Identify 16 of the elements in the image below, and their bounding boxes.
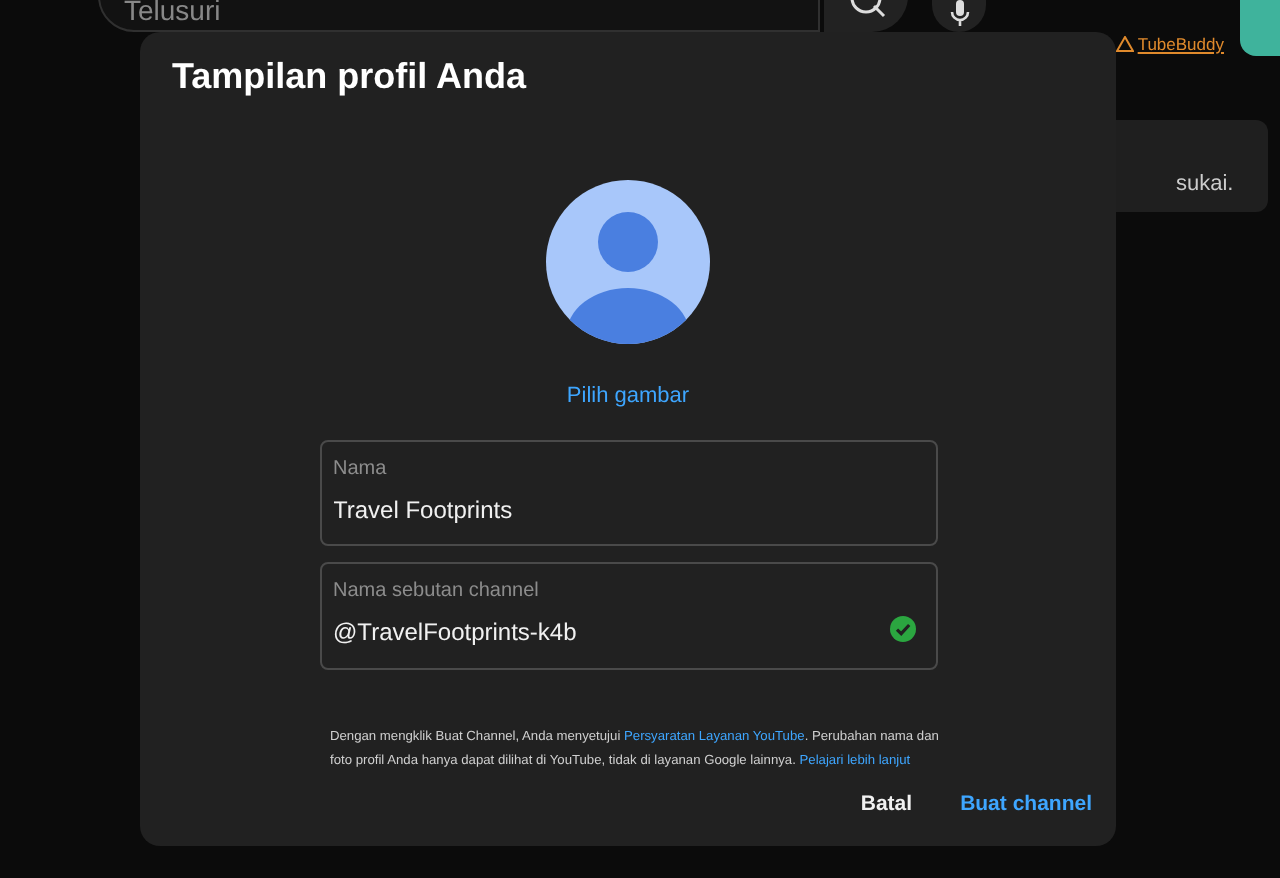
search-field[interactable]: Telusuri: [98, 0, 820, 32]
create-channel-button[interactable]: Buat channel: [956, 786, 1096, 826]
choose-picture-link[interactable]: Pilih gambar: [566, 379, 690, 413]
field-label: Nama: [333, 456, 389, 485]
dialog-title: Tampilan profil Anda: [172, 56, 529, 100]
microphone-icon: [949, 0, 969, 28]
avatar-icon[interactable]: [546, 179, 710, 344]
input-field[interactable]: @TravelFootprints-k4b: [333, 614, 889, 651]
text-field[interactable]: Nama sebutan channel @TravelFootprints-k4b: [319, 562, 937, 671]
input-field[interactable]: Travel Footprints: [333, 492, 923, 529]
cancel-button[interactable]: Batal: [856, 786, 917, 826]
extension-button[interactable]: [1240, 0, 1280, 56]
text-field[interactable]: Nama Travel Footprints: [319, 440, 937, 547]
field-label: Nama sebutan channel: [333, 578, 541, 607]
extension-link[interactable]: TubeBuddy: [1137, 32, 1224, 58]
warning-icon: [1115, 36, 1134, 52]
